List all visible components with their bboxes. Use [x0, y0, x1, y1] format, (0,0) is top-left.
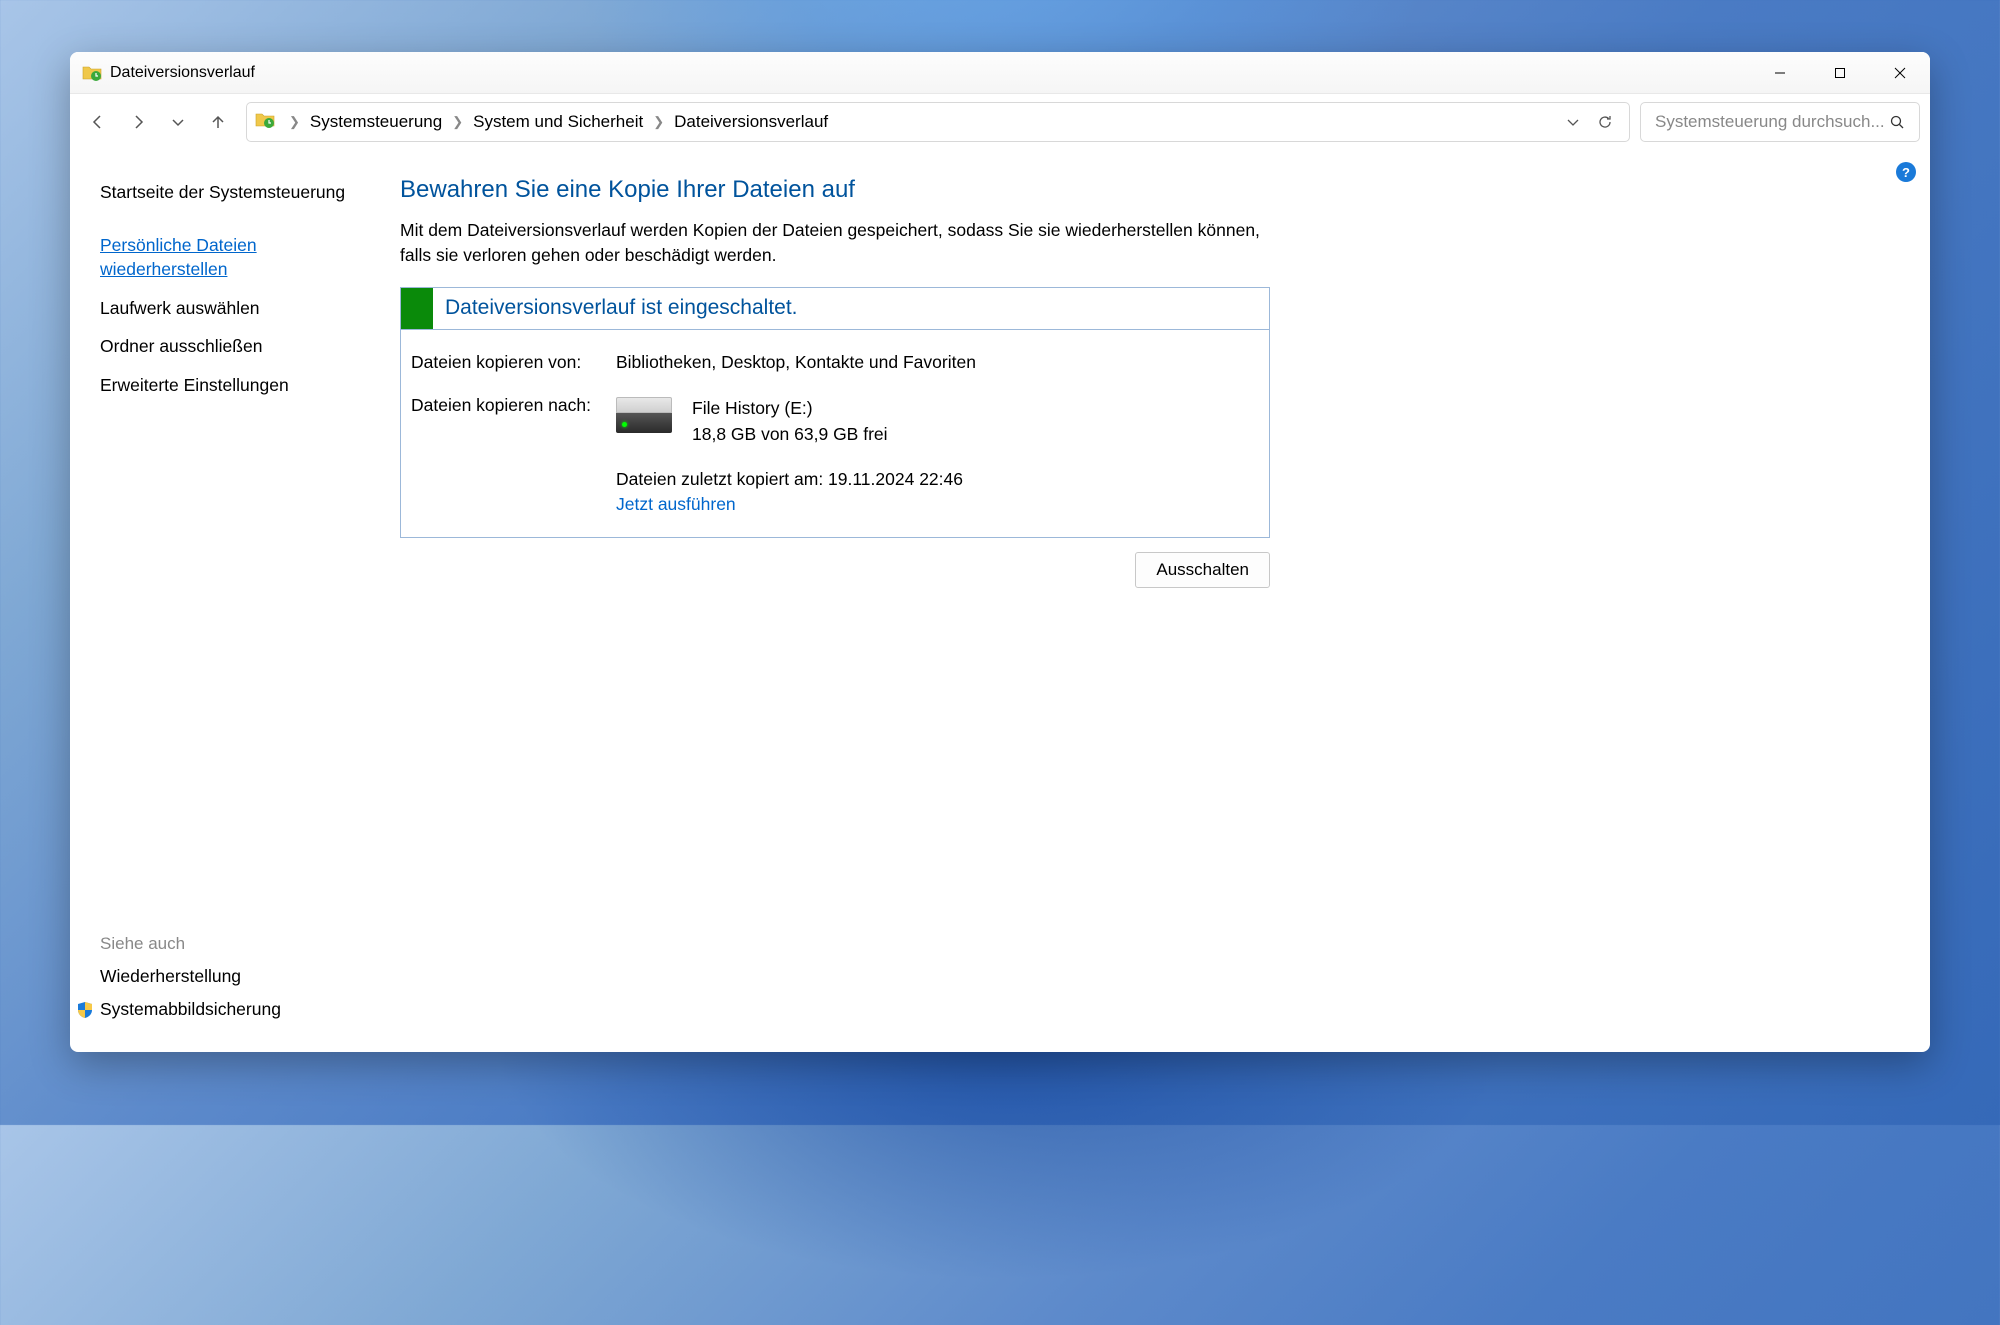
sidebar: Startseite der Systemsteuerung Persönlic… [70, 150, 370, 1052]
status-indicator-icon [401, 288, 433, 329]
sidebar-exclude-folders[interactable]: Ordner ausschließen [100, 334, 370, 359]
turn-off-button[interactable]: Ausschalten [1135, 552, 1270, 588]
breadcrumb-item[interactable]: Dateiversionsverlauf [674, 112, 828, 132]
maximize-button[interactable] [1810, 52, 1870, 94]
up-button[interactable] [200, 104, 236, 140]
sidebar-restore-files[interactable]: Persönliche Dateien wiederherstellen [100, 233, 270, 282]
last-copy-time: Dateien zuletzt kopiert am: 19.11.2024 2… [616, 469, 1259, 490]
search-input[interactable]: Systemsteuerung durchsuch... [1640, 102, 1920, 142]
copy-from-label: Dateien kopieren von: [411, 352, 616, 373]
status-panel: Dateiversionsverlauf ist eingeschaltet. … [400, 287, 1270, 539]
see-also-recovery[interactable]: Wiederherstellung [100, 966, 370, 987]
file-history-icon [82, 63, 102, 83]
address-bar[interactable]: ❯ Systemsteuerung ❯ System und Sicherhei… [246, 102, 1630, 142]
run-now-link[interactable]: Jetzt ausführen [616, 494, 736, 515]
breadcrumb-item[interactable]: Systemsteuerung [310, 112, 442, 132]
content-area: ? Startseite der Systemsteuerung Persönl… [70, 150, 1930, 1052]
copy-from-value: Bibliotheken, Desktop, Kontakte und Favo… [616, 352, 1259, 373]
sidebar-select-drive[interactable]: Laufwerk auswählen [100, 296, 370, 321]
drive-free-space: 18,8 GB von 63,9 GB frei [692, 421, 888, 447]
control-panel-window: Dateiversionsverlauf [70, 52, 1930, 1052]
shield-icon [76, 1001, 94, 1019]
titlebar: Dateiversionsverlauf [70, 52, 1930, 94]
help-button[interactable]: ? [1896, 162, 1916, 182]
copy-to-label: Dateien kopieren nach: [411, 395, 616, 516]
page-description: Mit dem Dateiversionsverlauf werden Kopi… [400, 218, 1270, 269]
window-title: Dateiversionsverlauf [110, 64, 255, 82]
breadcrumb-item[interactable]: System und Sicherheit [473, 112, 643, 132]
chevron-right-icon: ❯ [653, 114, 664, 130]
see-also-system-image[interactable]: Systemabbildsicherung [100, 999, 370, 1020]
minimize-button[interactable] [1750, 52, 1810, 94]
file-history-icon [255, 110, 275, 135]
page-heading: Bewahren Sie eine Kopie Ihrer Dateien au… [400, 176, 1900, 204]
address-dropdown[interactable] [1557, 106, 1589, 138]
sidebar-advanced-settings[interactable]: Erweiterte Einstellungen [100, 373, 370, 398]
drive-icon [616, 397, 672, 433]
forward-button[interactable] [120, 104, 156, 140]
chevron-right-icon: ❯ [452, 114, 463, 130]
search-placeholder: Systemsteuerung durchsuch... [1655, 112, 1889, 132]
see-also-heading: Siehe auch [100, 934, 370, 954]
navigation-bar: ❯ Systemsteuerung ❯ System und Sicherhei… [70, 94, 1930, 150]
recent-dropdown[interactable] [160, 104, 196, 140]
search-icon [1889, 114, 1905, 130]
status-header: Dateiversionsverlauf ist eingeschaltet. [401, 288, 1269, 330]
main-panel: Bewahren Sie eine Kopie Ihrer Dateien au… [370, 150, 1930, 1052]
chevron-right-icon: ❯ [289, 114, 300, 130]
sidebar-home-link[interactable]: Startseite der Systemsteuerung [100, 180, 370, 205]
drive-name: File History (E:) [692, 395, 888, 421]
status-title: Dateiversionsverlauf ist eingeschaltet. [445, 296, 798, 320]
refresh-button[interactable] [1589, 106, 1621, 138]
back-button[interactable] [80, 104, 116, 140]
close-button[interactable] [1870, 52, 1930, 94]
